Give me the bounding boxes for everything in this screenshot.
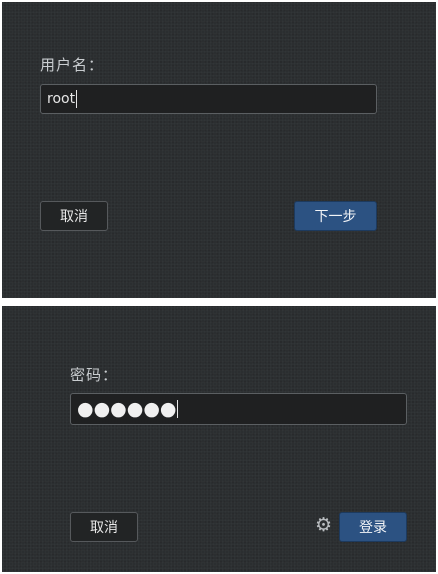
- password-panel: 密码： ●●●●●● 取消 ⚙ 登录: [2, 306, 436, 572]
- login-button[interactable]: 登录: [339, 512, 407, 542]
- cancel-button-label: 取消: [90, 520, 118, 536]
- cancel-button[interactable]: 取消: [70, 512, 138, 542]
- username-input[interactable]: root: [40, 84, 377, 114]
- next-button-label: 下一步: [314, 209, 357, 225]
- username-panel: 用户名： root 取消 下一步: [2, 2, 436, 298]
- text-cursor: [76, 90, 78, 108]
- next-button[interactable]: 下一步: [294, 201, 377, 231]
- password-masked-value: ●●●●●●: [77, 397, 177, 420]
- gear-icon[interactable]: ⚙: [315, 516, 332, 535]
- cancel-button[interactable]: 取消: [40, 201, 108, 231]
- username-label: 用户名：: [40, 56, 105, 74]
- username-value: root: [47, 91, 76, 107]
- cancel-button-label: 取消: [60, 209, 88, 225]
- text-cursor: [177, 400, 179, 418]
- password-label: 密码：: [70, 366, 119, 384]
- login-button-label: 登录: [359, 520, 387, 536]
- password-input[interactable]: ●●●●●●: [70, 393, 407, 425]
